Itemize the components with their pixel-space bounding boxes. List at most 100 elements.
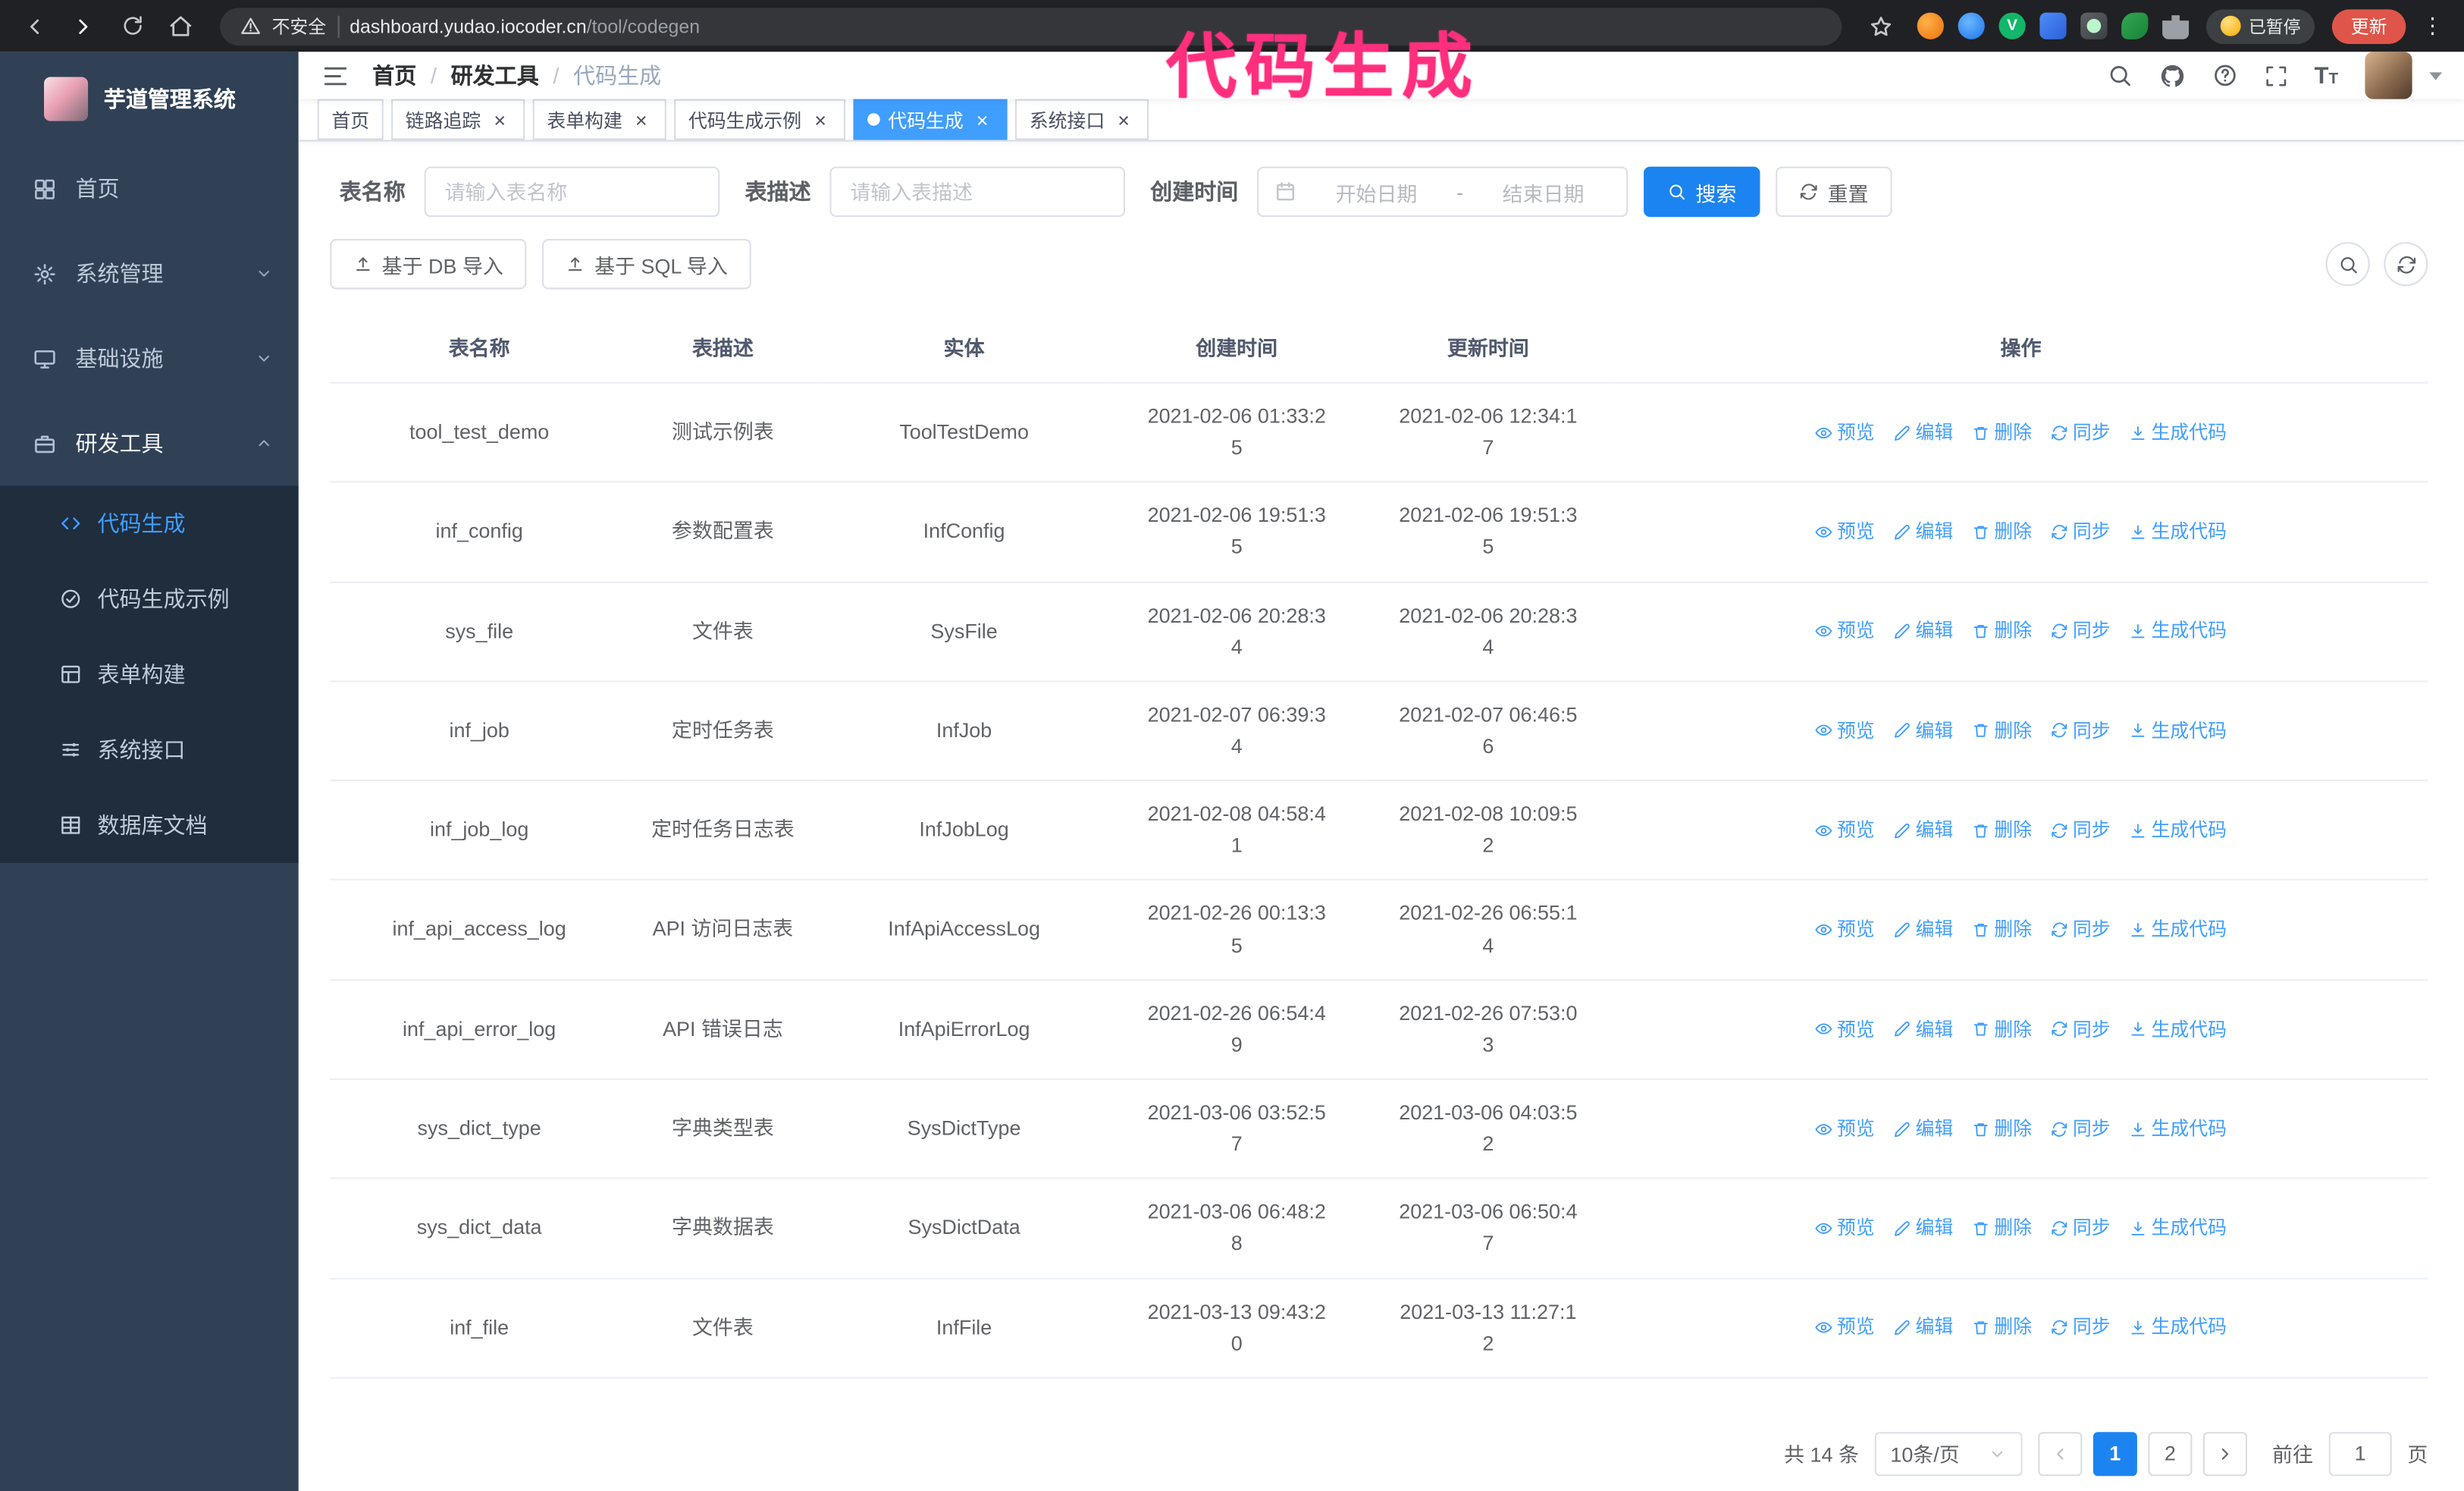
action-preview[interactable]: 预览 <box>1815 1114 1875 1144</box>
table-row[interactable]: sys_dict_data 字典数据表 SysDictData 2021-03-06 … <box>330 1179 2428 1279</box>
table-row[interactable]: inf_file 文件表 InfFile 2021-03-13 09:43:20 202… <box>330 1278 2428 1379</box>
action-generate-code[interactable]: 生成代码 <box>2130 1213 2227 1243</box>
action-edit[interactable]: 编辑 <box>1894 816 1953 846</box>
table-row[interactable]: inf_job_log 定时任务日志表 InfJobLog 2021-02-08 04… <box>330 780 2428 881</box>
action-delete[interactable]: 删除 <box>1972 517 2032 547</box>
column-header[interactable]: 实体 <box>817 311 1111 384</box>
action-preview[interactable]: 预览 <box>1815 1213 1875 1243</box>
sidebar-item[interactable]: 基础设施 <box>0 316 299 401</box>
caret-down-icon[interactable] <box>2429 71 2442 80</box>
action-sync[interactable]: 同步 <box>2051 617 2111 646</box>
action-edit[interactable]: 编辑 <box>1894 1114 1953 1144</box>
refresh-table-button[interactable] <box>2384 242 2428 287</box>
action-preview[interactable]: 预览 <box>1815 1313 1875 1342</box>
column-header[interactable]: 更新时间 <box>1362 311 1614 384</box>
action-generate-code[interactable]: 生成代码 <box>2130 1114 2227 1144</box>
search-icon[interactable] <box>2107 63 2132 88</box>
action-edit[interactable]: 编辑 <box>1894 617 1953 646</box>
action-edit[interactable]: 编辑 <box>1894 1015 1953 1044</box>
sidebar-subitem[interactable]: 系统接口 <box>0 712 299 787</box>
help-icon[interactable] <box>2212 63 2237 88</box>
column-header[interactable]: 操作 <box>1613 311 2428 384</box>
column-header[interactable]: 表名称 <box>330 311 629 384</box>
import-sql-button[interactable]: 基于 SQL 导入 <box>542 239 751 290</box>
date-range-picker[interactable]: 开始日期 - 结束日期 <box>1257 166 1629 218</box>
back-icon[interactable] <box>16 7 54 45</box>
action-sync[interactable]: 同步 <box>2051 717 2111 746</box>
column-header[interactable]: 创建时间 <box>1111 311 1363 384</box>
action-generate-code[interactable]: 生成代码 <box>2130 915 2227 945</box>
page-button-2[interactable]: 2 <box>2148 1431 2193 1476</box>
action-preview[interactable]: 预览 <box>1815 1015 1875 1044</box>
close-icon[interactable]: × <box>971 108 993 130</box>
next-page-button[interactable] <box>2202 1431 2247 1476</box>
github-icon[interactable] <box>2158 62 2185 89</box>
sidebar-item[interactable]: 系统管理 <box>0 231 299 316</box>
tab[interactable]: 系统接口 × <box>1015 99 1149 140</box>
column-header[interactable]: 表描述 <box>629 311 817 384</box>
sidebar-subitem[interactable]: 代码生成 <box>0 485 299 560</box>
breadcrumb-home[interactable]: 首页 <box>372 60 416 91</box>
action-generate-code[interactable]: 生成代码 <box>2130 816 2227 846</box>
action-sync[interactable]: 同步 <box>2051 517 2111 547</box>
bookmark-star-icon[interactable] <box>1862 7 1900 45</box>
leaf-extension-icon[interactable] <box>2121 12 2149 39</box>
tab[interactable]: 首页 <box>317 99 384 140</box>
table-name-input[interactable] <box>424 166 720 218</box>
action-delete[interactable]: 删除 <box>1972 816 2032 846</box>
tab[interactable]: 表单构建 × <box>532 99 666 140</box>
action-preview[interactable]: 预览 <box>1815 517 1875 547</box>
action-generate-code[interactable]: 生成代码 <box>2130 617 2227 646</box>
close-icon[interactable]: × <box>810 108 832 130</box>
action-sync[interactable]: 同步 <box>2051 1213 2111 1243</box>
home-icon[interactable] <box>161 7 199 45</box>
forward-icon[interactable] <box>64 7 102 45</box>
action-sync[interactable]: 同步 <box>2051 915 2111 945</box>
sidebar-item[interactable]: 首页 <box>0 146 299 231</box>
goto-page-input[interactable] <box>2328 1431 2392 1476</box>
action-delete[interactable]: 删除 <box>1972 617 2032 646</box>
sidebar-logo[interactable]: 芋道管理系统 <box>0 52 299 146</box>
table-row[interactable]: inf_config 参数配置表 InfConfig 2021-02-06 19:51… <box>330 482 2428 583</box>
breadcrumb-tools[interactable]: 研发工具 <box>451 60 539 91</box>
action-sync[interactable]: 同步 <box>2051 1015 2111 1044</box>
prev-page-button[interactable] <box>2038 1431 2083 1476</box>
avatar[interactable] <box>2365 52 2412 99</box>
close-icon[interactable]: × <box>489 108 511 130</box>
action-delete[interactable]: 删除 <box>1972 1114 2032 1144</box>
action-sync[interactable]: 同步 <box>2051 418 2111 447</box>
action-delete[interactable]: 删除 <box>1972 1313 2032 1342</box>
action-sync[interactable]: 同步 <box>2051 1313 2111 1342</box>
table-row[interactable]: tool_test_demo 测试示例表 ToolTestDemo 2021-02-0… <box>330 382 2428 483</box>
menu-dots-icon[interactable]: ⋮ <box>2417 13 2448 39</box>
tab[interactable]: 链路追踪 × <box>391 99 525 140</box>
action-preview[interactable]: 预览 <box>1815 717 1875 746</box>
update-button[interactable]: 更新 <box>2331 8 2406 43</box>
action-delete[interactable]: 删除 <box>1972 418 2032 447</box>
table-row[interactable]: inf_api_access_log API 访问日志表 InfApiAccessL… <box>330 880 2428 981</box>
action-generate-code[interactable]: 生成代码 <box>2130 717 2227 746</box>
v-circle-extension-icon[interactable] <box>1998 12 2026 39</box>
action-edit[interactable]: 编辑 <box>1894 717 1953 746</box>
page-button-1[interactable]: 1 <box>2093 1431 2137 1476</box>
sidebar-subitem[interactable]: 数据库文档 <box>0 787 299 862</box>
action-delete[interactable]: 删除 <box>1972 915 2032 945</box>
puzzle-extension-icon[interactable] <box>2162 15 2190 39</box>
toggle-search-button[interactable] <box>2325 242 2370 287</box>
tab[interactable]: 代码生成示例 × <box>674 99 846 140</box>
page-size-select[interactable]: 10条/页 <box>1874 1431 2023 1476</box>
sidebar-subitem[interactable]: 表单构建 <box>0 636 299 711</box>
people-extension-icon[interactable] <box>2039 12 2067 39</box>
action-generate-code[interactable]: 生成代码 <box>2130 418 2227 447</box>
action-edit[interactable]: 编辑 <box>1894 1213 1953 1243</box>
action-edit[interactable]: 编辑 <box>1894 517 1953 547</box>
action-preview[interactable]: 预览 <box>1815 915 1875 945</box>
paused-badge[interactable]: 已暂停 <box>2206 8 2315 43</box>
sidebar-subitem[interactable]: 代码生成示例 <box>0 561 299 636</box>
close-icon[interactable]: × <box>1113 108 1135 130</box>
action-generate-code[interactable]: 生成代码 <box>2130 1313 2227 1342</box>
fox-extension-icon[interactable] <box>1917 12 1944 39</box>
table-row[interactable]: inf_api_error_log API 错误日志 InfApiErrorLog 2… <box>330 979 2428 1080</box>
action-edit[interactable]: 编辑 <box>1894 915 1953 945</box>
search-button[interactable]: 搜索 <box>1644 166 1760 218</box>
